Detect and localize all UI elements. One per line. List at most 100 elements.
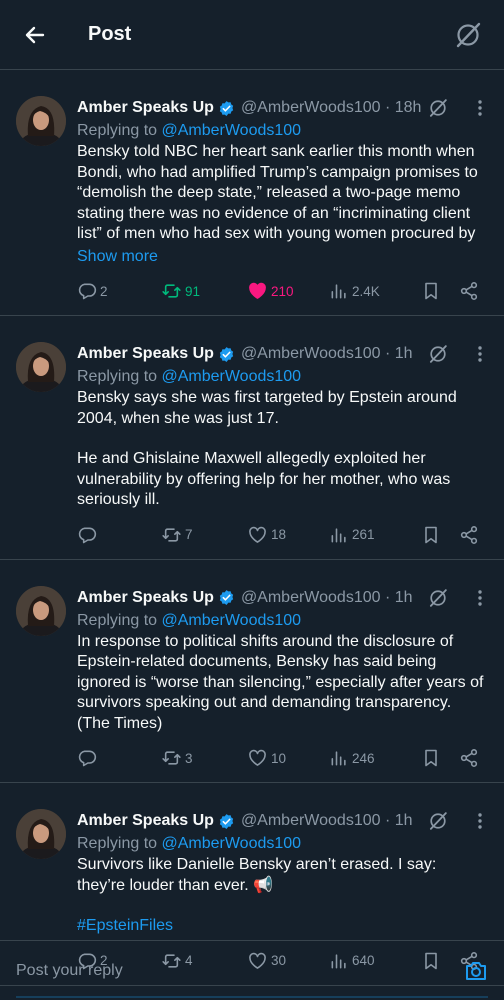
share-icon [460, 525, 478, 544]
timestamp[interactable]: 18h [395, 99, 422, 116]
page-title: Post [88, 23, 132, 45]
grok-explain-button[interactable] [428, 344, 448, 364]
reply-icon [78, 527, 97, 543]
views-button[interactable]: 246 [329, 748, 421, 768]
handle[interactable]: @AmberWoods100 [241, 345, 381, 362]
tweet[interactable]: Amber Speaks Up @AmberWoods100 · 1h Repl… [0, 560, 504, 783]
handle[interactable]: @AmberWoods100 [241, 589, 381, 606]
like-count: 18 [271, 527, 287, 542]
retweet-button[interactable]: 7 [161, 525, 247, 545]
back-button[interactable] [20, 20, 50, 50]
grok-explain-button[interactable] [428, 588, 448, 608]
display-name[interactable]: Amber Speaks Up [77, 99, 214, 117]
bookmark-button[interactable] [421, 748, 459, 768]
handle[interactable]: @AmberWoods100 [241, 812, 381, 829]
more-button[interactable] [472, 589, 488, 607]
like-button[interactable]: 18 [247, 525, 329, 545]
tweet-paragraph: In response to political shifts around t… [77, 632, 488, 732]
retweet-icon [162, 751, 181, 765]
replying-to: Replying to @AmberWoods100 [77, 368, 488, 386]
replying-label: Replying to [77, 368, 158, 385]
retweet-button[interactable]: 3 [161, 748, 247, 768]
tweet-text: Bensky says she was first targeted by Ep… [77, 388, 488, 511]
replying-to: Replying to @AmberWoods100 [77, 835, 488, 853]
grok-icon [429, 99, 447, 117]
view-count: 246 [352, 750, 375, 766]
more-button[interactable] [472, 345, 488, 363]
like-button[interactable]: 10 [247, 748, 329, 768]
grok-explain-button[interactable] [428, 811, 448, 831]
replying-to: Replying to @AmberWoods100 [77, 612, 488, 630]
share-icon [460, 282, 478, 300]
timestamp[interactable]: 1h [395, 589, 413, 606]
timestamp[interactable]: 1h [395, 812, 413, 829]
views-button[interactable]: 261 [329, 525, 421, 545]
reply-button[interactable]: 2 [77, 281, 161, 301]
tweet-text: Survivors like Danielle Bensky aren’t er… [77, 855, 488, 937]
views-icon [331, 284, 346, 299]
share-button[interactable] [459, 281, 479, 301]
tweet-paragraph: He and Ghislaine Maxwell allegedly explo… [77, 450, 455, 508]
tweet-text: Bensky told NBC her heart sank earlier t… [77, 142, 488, 267]
display-name[interactable]: Amber Speaks Up [77, 345, 214, 363]
views-icon [331, 751, 346, 766]
grok-icon [456, 22, 481, 47]
avatar[interactable] [16, 96, 66, 146]
grok-button[interactable] [452, 19, 484, 51]
bookmark-icon [425, 282, 437, 300]
heart-icon [249, 526, 266, 543]
view-count: 2.4K [352, 283, 380, 299]
bookmark-button[interactable] [421, 525, 459, 545]
hashtag-link[interactable]: #EpsteinFiles [77, 916, 488, 937]
share-icon [460, 749, 478, 767]
camera-icon [466, 961, 486, 980]
replying-handle[interactable]: @AmberWoods100 [162, 612, 302, 629]
camera-button[interactable] [464, 959, 488, 983]
more-button[interactable] [472, 99, 488, 117]
tweet[interactable]: Amber Speaks Up @AmberWoods100 · 18h Rep… [0, 70, 504, 316]
share-button[interactable] [459, 525, 479, 545]
tweet-paragraph: Survivors like Danielle Bensky aren’t er… [77, 856, 441, 894]
replying-label: Replying to [77, 122, 158, 139]
replying-handle[interactable]: @AmberWoods100 [162, 835, 302, 852]
top-bar: Post [0, 0, 504, 70]
tweet[interactable]: Amber Speaks Up @AmberWoods100 · 1h Repl… [0, 316, 504, 560]
avatar-image [16, 809, 66, 859]
reply-button[interactable] [77, 525, 161, 545]
more-icon [478, 813, 482, 829]
action-bar: 3 10 246 [77, 748, 488, 768]
retweet-button[interactable]: 91 [161, 281, 247, 301]
tweet-paragraph: Bensky told NBC her heart sank earlier t… [77, 143, 483, 242]
avatar[interactable] [16, 585, 66, 636]
reply-input[interactable]: Post your reply [16, 962, 464, 980]
heart-icon [249, 282, 266, 299]
reply-composer[interactable]: Post your reply [0, 940, 504, 1000]
timestamp[interactable]: 1h [395, 345, 413, 362]
handle[interactable]: @AmberWoods100 [241, 99, 381, 116]
bookmark-button[interactable] [421, 281, 459, 301]
reply-button[interactable] [77, 748, 161, 768]
share-button[interactable] [459, 748, 479, 768]
more-icon [478, 346, 482, 362]
grok-icon [429, 812, 447, 830]
avatar[interactable] [16, 809, 66, 859]
replying-handle[interactable]: @AmberWoods100 [162, 368, 302, 385]
avatar-image [16, 96, 66, 146]
reply-thread: Amber Speaks Up @AmberWoods100 · 18h Rep… [0, 70, 504, 986]
show-more-link[interactable]: Show more [77, 247, 488, 268]
verified-icon [218, 100, 235, 117]
retweet-icon [162, 284, 181, 298]
like-button[interactable]: 210 [247, 281, 329, 301]
avatar[interactable] [16, 342, 66, 392]
replying-handle[interactable]: @AmberWoods100 [162, 122, 302, 139]
replying-label: Replying to [77, 611, 158, 629]
display-name[interactable]: Amber Speaks Up [77, 589, 214, 607]
bookmark-icon [425, 749, 437, 767]
like-count: 210 [271, 283, 294, 299]
retweet-icon [162, 527, 181, 542]
verified-icon [218, 589, 235, 606]
display-name[interactable]: Amber Speaks Up [77, 812, 214, 830]
grok-explain-button[interactable] [428, 98, 448, 118]
views-button[interactable]: 2.4K [329, 281, 421, 301]
more-button[interactable] [472, 812, 488, 830]
